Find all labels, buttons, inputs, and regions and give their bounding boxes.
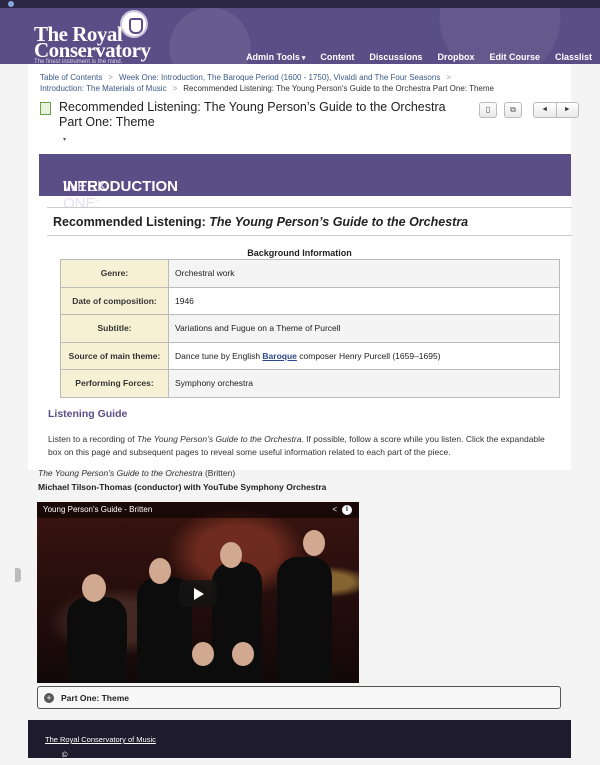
nav-discussions[interactable]: Discussions <box>369 52 422 62</box>
row-value: Orchestral work <box>168 259 560 288</box>
recording-work-suffix: (Britten) <box>202 468 236 478</box>
table-row: Subtitle: Variations and Fugue on a Them… <box>60 314 560 343</box>
breadcrumb-separator: > <box>172 84 178 93</box>
expandable-part-one[interactable]: + Part One: Theme <box>37 686 561 709</box>
section-top-rule <box>47 207 572 208</box>
row-key: Performing Forces: <box>60 369 169 398</box>
performer-figure <box>303 530 325 556</box>
recording-work-title: The Young Person’s Guide to the Orchestr… <box>38 468 203 478</box>
recording-performers: Michael Tilson-Thomas (conductor) with Y… <box>38 482 327 492</box>
nav-edit-course[interactable]: Edit Course <box>489 52 540 62</box>
nav-admin-tools[interactable]: Admin Tools ▾ <box>246 52 305 62</box>
row-value: 1946 <box>168 286 560 315</box>
html-file-icon <box>40 102 51 115</box>
section-title-work: The Young Person’s Guide to the Orchestr… <box>209 215 469 229</box>
content-page: Table of Contents > Week One: Introduction… <box>28 64 579 470</box>
crest-icon <box>120 10 148 38</box>
row-value-text: composer Henry Purcell (1659–1695) <box>296 350 441 361</box>
site-footer: © The Royal Conservatory of Music. <box>28 720 571 759</box>
nav-dropbox[interactable]: Dropbox <box>437 52 474 62</box>
play-icon[interactable] <box>179 580 217 607</box>
breadcrumb-item-week-one[interactable]: Week One: Introduction, The Baroque Peri… <box>119 73 440 82</box>
bookmark-button[interactable]: ▯ <box>479 102 497 118</box>
main-nav: Admin Tools ▾ Content Discussions Dropbox… <box>246 52 592 62</box>
breadcrumb-item-current: Recommended Listening: The Young Person'… <box>183 84 494 93</box>
gear-icon[interactable] <box>8 1 14 7</box>
performer-figure <box>220 542 242 568</box>
row-value-text: Dance tune by English <box>175 350 263 361</box>
collapse-pane-handle[interactable] <box>15 568 21 582</box>
table-row: Genre: Orchestral work <box>60 259 560 288</box>
row-key: Genre: <box>60 259 169 288</box>
table-row: Source of main theme: Dance tune by Engl… <box>60 341 560 370</box>
performer-figure <box>67 597 127 683</box>
breadcrumb-item-introduction[interactable]: Introduction: The Materials of Music <box>40 84 167 93</box>
previous-topic-button[interactable]: ◄ <box>534 103 557 117</box>
footer-suffix: . <box>62 750 65 759</box>
table-row: Performing Forces: Symphony orchestra <box>60 369 560 398</box>
nav-content[interactable]: Content <box>320 52 354 62</box>
info-icon[interactable]: i <box>342 505 352 515</box>
plus-circle-icon: + <box>44 693 54 703</box>
share-icon[interactable]: < <box>332 505 337 514</box>
breadcrumb: Table of Contents > Week One: Introduction… <box>40 72 560 94</box>
listening-guide-text: Listen to a recording of The Young Perso… <box>48 433 560 459</box>
lg-text-work: The Young Person’s Guide to the Orchestr… <box>136 434 302 444</box>
listening-guide-heading: Listening Guide <box>48 408 128 420</box>
expander-label: Part One: Theme <box>61 693 130 703</box>
page-title: Recommended Listening: The Young Person’… <box>59 100 446 129</box>
row-value: Symphony orchestra <box>168 369 560 398</box>
baroque-link[interactable]: Baroque <box>262 351 296 361</box>
performer-figure <box>277 557 332 683</box>
next-topic-button[interactable]: ► <box>557 103 579 117</box>
topic-navigation: ◄ ► <box>533 102 579 118</box>
row-value: Dance tune by English Baroque composer H… <box>168 341 560 370</box>
chevron-down-icon: ▾ <box>301 55 306 62</box>
row-key: Subtitle: <box>60 314 169 343</box>
nav-classlist[interactable]: Classlist <box>555 52 592 62</box>
bookmark-icon: ▯ <box>485 105 491 114</box>
site-header: The Royal Conservatory The finest instru… <box>0 8 600 65</box>
breadcrumb-separator: > <box>108 73 113 82</box>
open-new-window-icon: ⧉ <box>510 105 516 114</box>
performer-figure <box>192 642 214 666</box>
recording-work: The Young Person’s Guide to the Orchestr… <box>38 468 235 478</box>
background-info-table: Genre: Orchestral work Date of compositi… <box>60 259 560 398</box>
performer-figure <box>232 642 254 666</box>
performer-figure <box>82 574 106 602</box>
open-new-window-button[interactable]: ⧉ <box>504 102 522 118</box>
week-banner: WEEK ONE: INTRODUCTION <box>39 154 571 212</box>
footer-copyright: © The Royal Conservatory of Music. <box>45 735 156 759</box>
top-strip <box>0 0 600 8</box>
youtube-video-player[interactable]: Young Person's Guide - Britten < i <box>37 502 359 683</box>
section-title-prefix: Recommended Listening: <box>53 215 210 229</box>
lg-text-before: Listen to a recording of <box>48 434 137 444</box>
breadcrumb-item-toc[interactable]: Table of Contents <box>40 73 102 82</box>
nav-admin-tools-label: Admin Tools <box>246 52 300 62</box>
breadcrumb-separator: > <box>446 73 451 82</box>
banner-title: INTRODUCTION <box>63 178 178 195</box>
section-divider <box>47 235 572 236</box>
row-value: Variations and Fugue on a Theme of Purce… <box>168 314 560 343</box>
row-key: Source of main theme: <box>60 341 169 370</box>
section-title: Recommended Listening: The Young Person’… <box>53 215 468 229</box>
row-key: Date of composition: <box>60 286 169 315</box>
performer-figure <box>149 558 171 584</box>
title-menu-chevron-icon[interactable]: ▾ <box>63 136 66 143</box>
table-row: Date of composition: 1946 <box>60 286 560 315</box>
table-caption: Background Information <box>247 248 352 258</box>
footer-rcm-link[interactable]: The Royal Conservatory of Music <box>45 735 156 744</box>
video-title[interactable]: Young Person's Guide - Britten <box>37 502 359 518</box>
